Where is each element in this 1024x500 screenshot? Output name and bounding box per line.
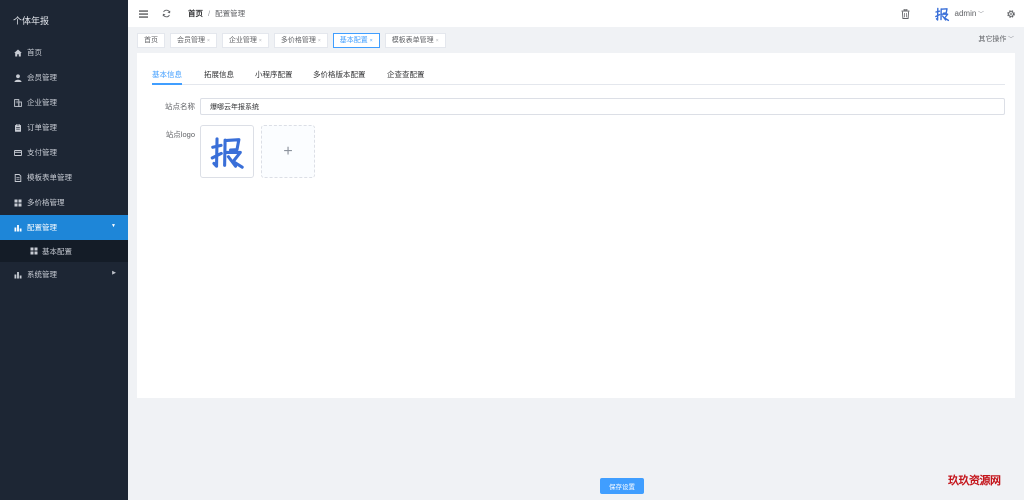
breadcrumb-separator: / (208, 9, 211, 18)
watermark-text: 玖玖资源网 (948, 474, 1001, 487)
sidebar-item-payment[interactable]: 支付管理 (0, 140, 128, 165)
tab-basic-info[interactable]: 基本信息 (152, 69, 182, 85)
gear-icon[interactable] (1005, 8, 1017, 20)
close-icon[interactable]: × (318, 38, 321, 44)
sidebar: 个体年报 首页 会员管理 企业管理 订单管理 支付管理 模板表单管理 多价格管理… (0, 0, 128, 500)
close-icon[interactable]: × (370, 38, 373, 44)
building-icon (13, 98, 22, 107)
sidebar-item-orders[interactable]: 订单管理 (0, 115, 128, 140)
sidebar-subitem-basic-config[interactable]: 基本配置 (0, 240, 128, 262)
tab-multi-price-config[interactable]: 多价格版本配置 (313, 69, 366, 85)
tag-label: 基本配置 (339, 36, 368, 44)
sidebar-item-label: 会员管理 (27, 73, 57, 82)
avatar[interactable] (934, 6, 950, 22)
caret-down-icon: ▼ (111, 223, 116, 229)
sidebar-item-label: 支付管理 (27, 148, 57, 157)
bar-chart-icon (13, 223, 22, 232)
site-name-input[interactable] (200, 98, 1005, 115)
sidebar-item-label: 订单管理 (27, 123, 57, 132)
grid-icon (13, 198, 22, 207)
sidebar-item-label: 系统管理 (27, 270, 57, 279)
menu-toggle-icon[interactable] (137, 8, 149, 20)
clipboard-icon (13, 123, 22, 132)
tab-miniprogram-config[interactable]: 小程序配置 (255, 69, 293, 85)
close-icon[interactable]: × (436, 38, 439, 44)
tag-basic-config[interactable]: 基本配置 × (332, 32, 380, 48)
sidebar-item-label: 基本配置 (42, 246, 72, 256)
sidebar-item-system[interactable]: 系统管理 ▶ (0, 262, 128, 287)
tag-label: 会员管理 (177, 36, 205, 44)
close-icon[interactable]: × (207, 38, 210, 44)
site-logo-preview[interactable] (200, 125, 254, 178)
sidebar-item-enterprise[interactable]: 企业管理 (0, 90, 128, 115)
app-title: 个体年报 (13, 16, 50, 26)
user-menu[interactable]: admin ﹀ (955, 9, 984, 18)
trash-icon[interactable] (900, 8, 912, 20)
settings-card: 基本信息 拓展信息 小程序配置 多价格版本配置 企查查配置 站点名称 站点log… (137, 53, 1015, 398)
bao-logo-icon (934, 7, 949, 21)
tag-home[interactable]: 首页 (137, 32, 165, 48)
plus-icon: + (283, 142, 293, 160)
home-icon (13, 48, 22, 57)
chevron-down-icon: ﹀ (976, 12, 984, 18)
sidebar-item-template-forms[interactable]: 模板表单管理 (0, 165, 128, 190)
tag-enterprise[interactable]: 企业管理 × (221, 32, 269, 48)
sidebar-item-label: 首页 (27, 48, 42, 57)
caret-right-icon: ▶ (112, 270, 116, 276)
tag-members[interactable]: 会员管理 × (170, 32, 217, 48)
sidebar-item-label: 模板表单管理 (27, 173, 72, 182)
more-actions-dropdown[interactable]: 其它操作 ﹀ (978, 27, 1014, 53)
logo-upload-button[interactable]: + (261, 125, 315, 178)
sidebar-item-config[interactable]: 配置管理 ▼ (0, 215, 128, 240)
document-icon (13, 173, 22, 182)
bar-chart-icon (13, 270, 22, 279)
tag-label: 多价格管理 (280, 36, 316, 44)
sidebar-item-label: 企业管理 (27, 98, 57, 107)
site-logo-label: 站点logo (165, 130, 195, 139)
chevron-down-icon: ﹀ (1006, 37, 1014, 43)
tab-qichacha-config[interactable]: 企查查配置 (387, 69, 425, 85)
sidebar-item-members[interactable]: 会员管理 (0, 65, 128, 90)
tag-label: 企业管理 (228, 36, 257, 44)
sidebar-item-label: 多价格管理 (27, 198, 65, 207)
site-name-label: 站点名称 (165, 102, 195, 111)
bao-logo-icon (210, 136, 244, 169)
top-bar: 首页 / 配置管理 admin ﹀ (128, 0, 1024, 27)
breadcrumb-current: 配置管理 (215, 9, 246, 18)
tag-label: 首页 (144, 36, 158, 44)
user-icon (13, 73, 22, 82)
tag-template-forms[interactable]: 模板表单管理 × (384, 32, 446, 48)
breadcrumb-home[interactable]: 首页 (188, 9, 203, 18)
sidebar-item-pricing[interactable]: 多价格管理 (0, 190, 128, 215)
sidebar-item-home[interactable]: 首页 (0, 40, 128, 65)
more-actions-label: 其它操作 (978, 36, 1007, 43)
header-actions: admin ﹀ (891, 0, 1024, 27)
close-icon[interactable]: × (259, 38, 262, 44)
card-icon (13, 148, 22, 157)
tag-label: 模板表单管理 (391, 36, 434, 44)
settings-tabs: 基本信息 拓展信息 小程序配置 多价格版本配置 企查查配置 (152, 68, 1005, 85)
save-settings-button[interactable]: 保存设置 (600, 478, 644, 494)
tag-pricing[interactable]: 多价格管理 × (273, 32, 328, 48)
sidebar-item-label: 配置管理 (27, 223, 57, 232)
user-name: admin (954, 9, 977, 18)
grid-icon (29, 247, 38, 256)
tab-extended-info[interactable]: 拓展信息 (204, 69, 234, 85)
breadcrumb: 首页 / 配置管理 (188, 8, 245, 19)
refresh-icon[interactable] (160, 8, 172, 20)
tags-bar: 首页 会员管理 × 企业管理 × 多价格管理 × 基本配置 × 模板表单管理 × 其它操作… (128, 27, 1024, 53)
